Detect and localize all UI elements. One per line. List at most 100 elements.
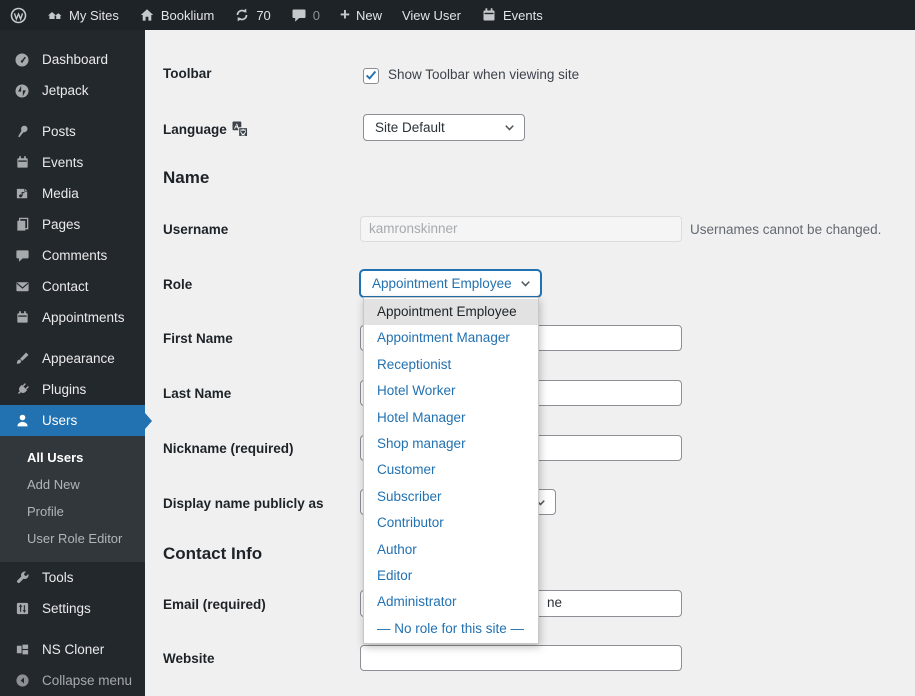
pages-icon [13, 216, 31, 233]
sidebar-label: NS Cloner [42, 642, 105, 657]
sidebar-label: Media [42, 186, 79, 201]
role-option-no-role[interactable]: — No role for this site — [364, 616, 538, 642]
comments-menu[interactable]: 0 [281, 0, 330, 30]
email-visible-text: ne [547, 595, 563, 610]
show-toolbar-label: Show Toolbar when viewing site [388, 67, 580, 82]
sidebar-label: Appearance [42, 351, 115, 366]
calendar-icon [13, 309, 31, 326]
dashboard-icon [13, 51, 31, 68]
sidebar-item-users[interactable]: Users [0, 405, 152, 436]
website-input[interactable] [360, 645, 682, 671]
sidebar-item-comments[interactable]: Comments [0, 240, 145, 271]
view-user-label: View User [401, 7, 461, 23]
new-label: New [355, 7, 382, 23]
plus-icon: + [340, 4, 350, 24]
role-option-customer[interactable]: Customer [364, 457, 538, 483]
chevron-down-icon [502, 120, 517, 135]
calendar-icon [481, 7, 497, 23]
role-dropdown-list: Appointment Employee Appointment Manager… [363, 297, 539, 645]
wrench-icon [13, 569, 31, 586]
last-name-label: Last Name [163, 386, 232, 401]
sidebar-item-events[interactable]: Events [0, 147, 145, 178]
email-label: Email (required) [163, 597, 266, 612]
envelope-icon [13, 278, 31, 295]
submenu-item-user-role-editor[interactable]: User Role Editor [0, 525, 145, 552]
users-submenu: All Users Add New Profile User Role Edit… [0, 436, 145, 562]
submenu-item-add-new[interactable]: Add New [0, 471, 145, 498]
role-option-contributor[interactable]: Contributor [364, 510, 538, 536]
role-option-shop-manager[interactable]: Shop manager [364, 431, 538, 457]
sidebar-item-collapse-menu[interactable]: Collapse menu [0, 665, 145, 696]
new-content-menu[interactable]: + New [330, 0, 392, 30]
updates-count: 70 [256, 7, 271, 23]
role-option-receptionist[interactable]: Receptionist [364, 352, 538, 378]
sidebar-label: Collapse menu [42, 673, 133, 688]
sidebar-item-pages[interactable]: Pages [0, 209, 145, 240]
sidebar-label: Tools [42, 570, 74, 585]
role-option-editor[interactable]: Editor [364, 563, 538, 589]
wordpress-logo-icon [10, 7, 27, 24]
multisite-icon [47, 7, 63, 23]
role-option-appointment-manager[interactable]: Appointment Manager [364, 325, 538, 351]
first-name-label: First Name [163, 331, 233, 346]
view-user-link[interactable]: View User [392, 0, 471, 30]
username-input: kamronskinner [360, 216, 682, 242]
checkmark-icon [364, 68, 378, 85]
sidebar-item-contact[interactable]: Contact [0, 271, 145, 302]
sidebar-label: Contact [42, 279, 89, 294]
show-toolbar-checkbox[interactable] [363, 68, 379, 84]
display-name-label: Display name publicly as [163, 496, 324, 511]
language-select[interactable]: Site Default [363, 114, 525, 141]
role-option-subscriber[interactable]: Subscriber [364, 484, 538, 510]
role-option-hotel-manager[interactable]: Hotel Manager [364, 405, 538, 431]
admin-sidebar: Dashboard Jetpack Posts Events Media Pag… [0, 30, 152, 696]
events-menu[interactable]: Events [471, 0, 553, 30]
sidebar-item-ns-cloner[interactable]: NS Cloner [0, 634, 145, 665]
active-menu-arrow [145, 412, 152, 429]
role-option-author[interactable]: Author [364, 537, 538, 563]
my-sites-label: My Sites [69, 7, 119, 23]
home-icon [139, 7, 155, 23]
sidebar-item-settings[interactable]: Settings [0, 593, 145, 624]
sidebar-label: Jetpack [42, 83, 89, 98]
wp-logo-menu[interactable] [0, 0, 37, 30]
brush-icon [13, 350, 31, 367]
role-option-appointment-employee[interactable]: Appointment Employee [364, 299, 538, 326]
sidebar-item-dashboard[interactable]: Dashboard [0, 44, 145, 75]
role-option-hotel-worker[interactable]: Hotel Worker [364, 378, 538, 404]
edit-user-form: Toolbar Show Toolbar when viewing site L… [145, 30, 915, 696]
collapse-arrow-icon [13, 672, 31, 689]
chevron-down-icon [518, 276, 533, 291]
sidebar-label: Posts [42, 124, 76, 139]
sidebar-label: Appointments [42, 310, 125, 325]
sidebar-label: Comments [42, 248, 108, 263]
contact-info-heading: Contact Info [163, 544, 263, 563]
sidebar-item-posts[interactable]: Posts [0, 116, 145, 147]
sidebar-item-jetpack[interactable]: Jetpack [0, 75, 145, 106]
name-section-heading: Name [163, 168, 210, 187]
role-option-administrator[interactable]: Administrator [364, 589, 538, 615]
sidebar-item-appointments[interactable]: Appointments [0, 302, 145, 333]
comment-bubble-icon [13, 247, 31, 264]
comment-bubble-icon [291, 7, 307, 23]
username-label: Username [163, 222, 229, 237]
admin-bar: My Sites Booklium 70 0 + New View User E… [0, 0, 915, 30]
site-name-label: Booklium [160, 7, 215, 23]
sidebar-label: Settings [42, 601, 91, 616]
events-label: Events [502, 7, 543, 23]
role-select[interactable]: Appointment Employee [360, 270, 541, 297]
sidebar-label: Pages [42, 217, 81, 232]
sidebar-label: Dashboard [42, 52, 109, 67]
submenu-item-all-users[interactable]: All Users [0, 444, 145, 471]
sidebar-item-appearance[interactable]: Appearance [0, 343, 145, 374]
media-icon [13, 185, 31, 202]
sidebar-item-plugins[interactable]: Plugins [0, 374, 145, 405]
site-menu[interactable]: Booklium [129, 0, 224, 30]
updates-menu[interactable]: 70 [224, 0, 280, 30]
my-sites-menu[interactable]: My Sites [37, 0, 129, 30]
sidebar-item-media[interactable]: Media [0, 178, 145, 209]
submenu-item-profile[interactable]: Profile [0, 498, 145, 525]
username-description: Usernames cannot be changed. [690, 222, 882, 237]
sidebar-item-tools[interactable]: Tools [0, 562, 145, 593]
language-label: Language [163, 121, 248, 140]
